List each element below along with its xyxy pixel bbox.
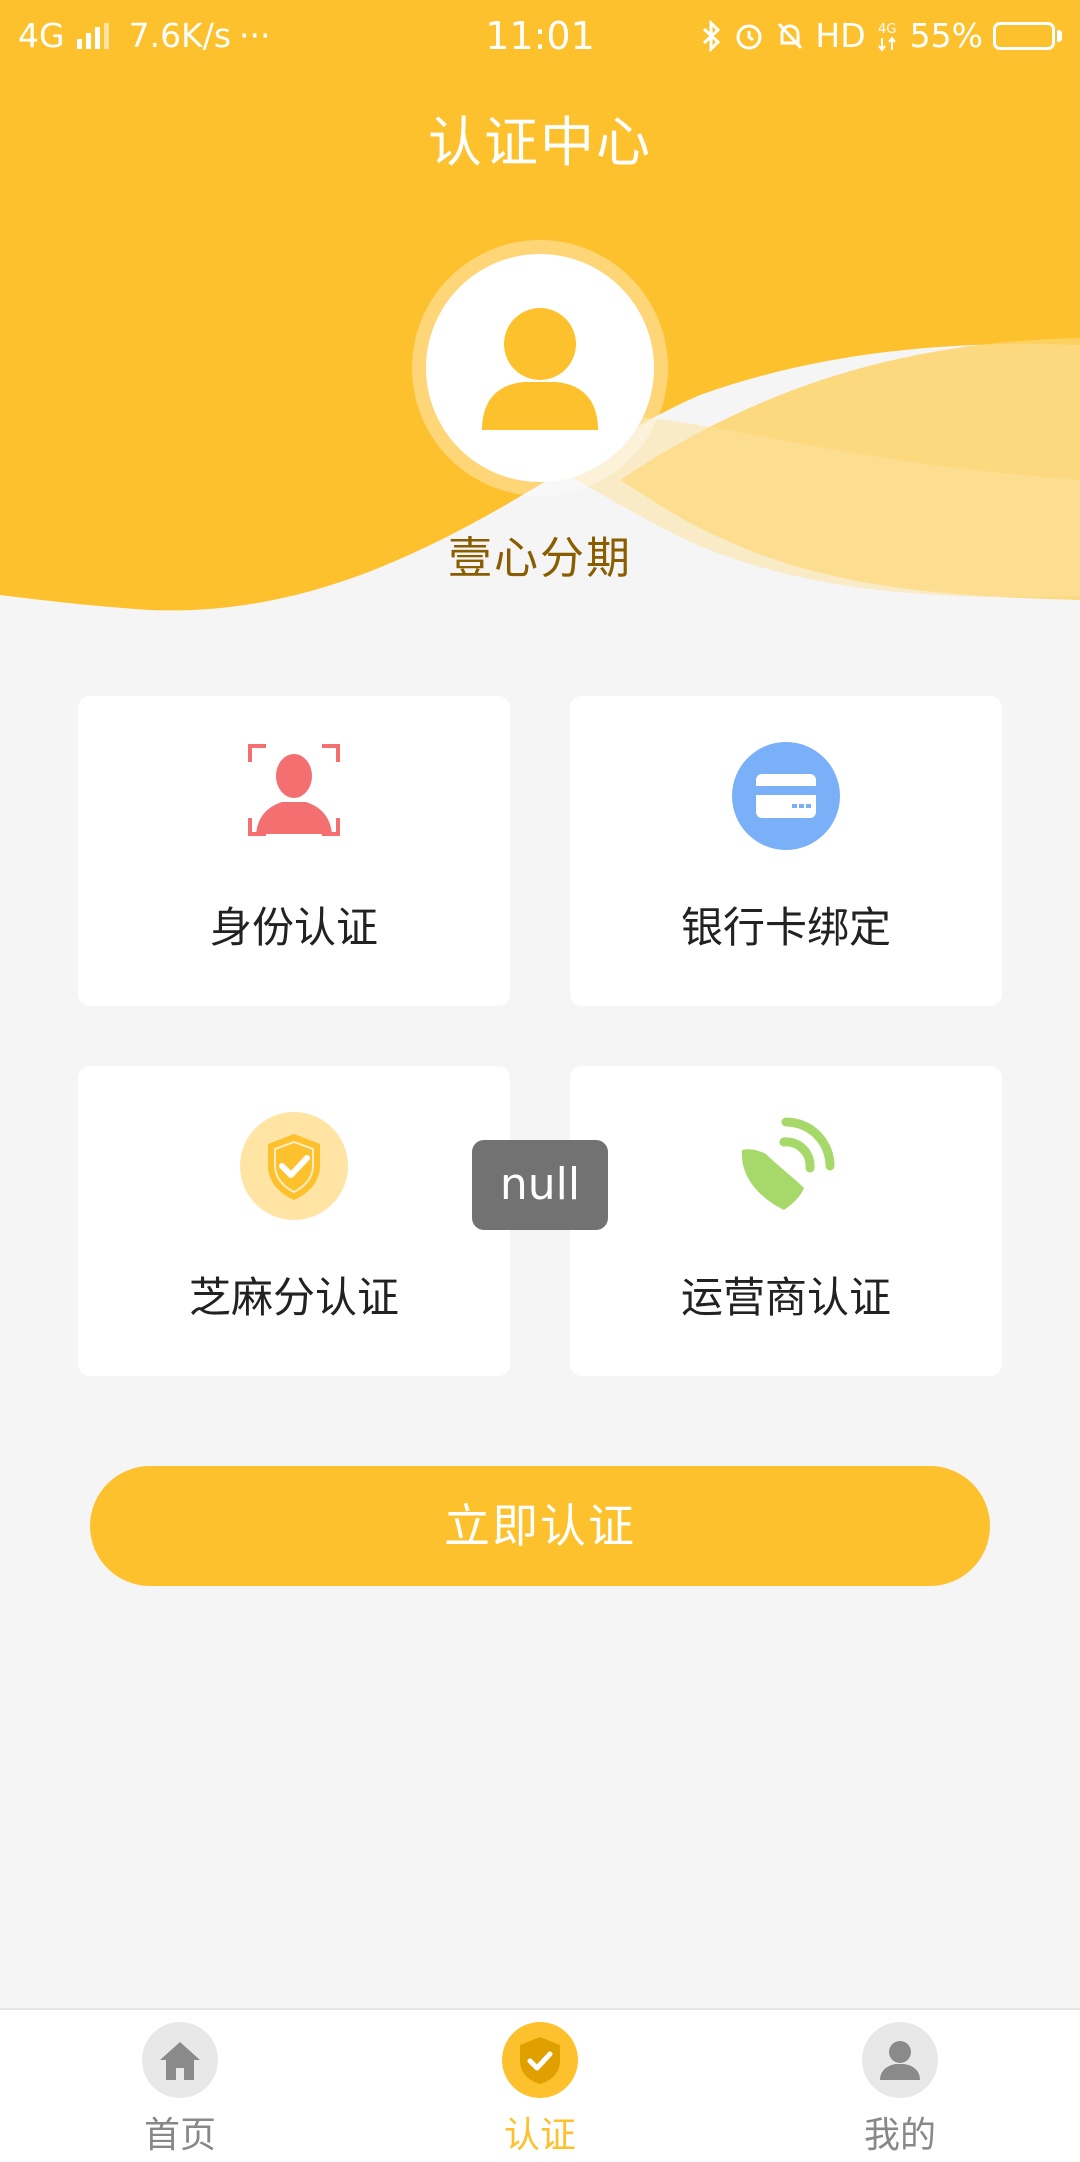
- page-title: 认证中心: [428, 111, 652, 174]
- tab-profile[interactable]: 我的: [720, 2010, 1080, 2162]
- toast-message: null: [472, 1140, 608, 1230]
- card-bank-card-binding[interactable]: 银行卡绑定: [570, 696, 1002, 1006]
- card-label: 银行卡绑定: [680, 903, 891, 952]
- data-4g-icon: 4G: [878, 22, 896, 52]
- avatar[interactable]: [412, 240, 668, 496]
- card-sesame-credit-verification[interactable]: 芝麻分认证: [78, 1066, 510, 1376]
- hd-indicator: HD: [815, 16, 866, 55]
- status-bar: 4G 7.6K/s ··· 11:01 HD 4G 55%: [0, 0, 1080, 74]
- svg-text:4G: 4G: [878, 22, 896, 37]
- tab-verify[interactable]: 认证: [360, 2010, 720, 2162]
- mute-bell-icon: [778, 22, 803, 49]
- shield-check-icon: [240, 1112, 348, 1220]
- bank-card-icon: [732, 742, 840, 850]
- face-id-icon: [248, 744, 340, 836]
- bottom-tab-bar: 首页 认证 我的: [0, 2008, 1080, 2162]
- user-icon: [880, 2041, 920, 2080]
- app-name: 壹心分期: [448, 533, 632, 584]
- card-label: 运营商认证: [680, 1273, 891, 1322]
- bluetooth-icon: [703, 19, 721, 52]
- alarm-icon: [736, 24, 762, 49]
- tab-label: 首页: [143, 2115, 216, 2156]
- battery-icon: [993, 21, 1062, 50]
- user-avatar-icon: [482, 308, 598, 430]
- card-carrier-verification[interactable]: 运营商认证: [570, 1066, 1002, 1376]
- tab-label: 认证: [503, 2115, 576, 2156]
- tab-home[interactable]: 首页: [0, 2010, 360, 2162]
- battery-percent: 55%: [909, 16, 983, 55]
- card-label: 身份认证: [209, 903, 378, 952]
- tab-label: 我的: [863, 2115, 936, 2156]
- card-label: 芝麻分认证: [188, 1273, 399, 1322]
- verify-now-button[interactable]: 立即认证: [90, 1466, 990, 1586]
- status-right: HD 4G 55%: [701, 16, 1062, 55]
- signal-icon: [741, 1117, 835, 1210]
- shield-check-icon: [520, 2037, 560, 2084]
- home-icon: [160, 2042, 200, 2080]
- card-identity-verification[interactable]: 身份认证: [78, 696, 510, 1006]
